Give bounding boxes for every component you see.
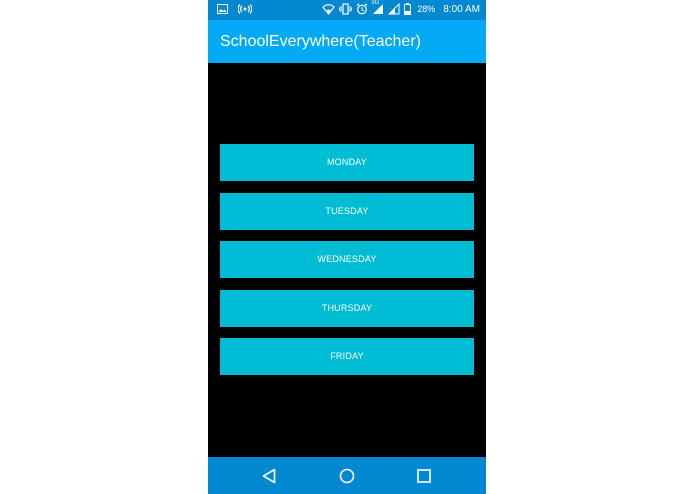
app-bar: SchoolEverywhere(Teacher): [208, 20, 486, 63]
wednesday-button[interactable]: WEDNESDAY: [220, 241, 474, 278]
phone-screen: 3G 28% 8:00 AM SchoolEverywhere(Teacher)…: [208, 0, 486, 494]
tuesday-button[interactable]: TUESDAY: [220, 193, 474, 230]
monday-button[interactable]: MONDAY: [220, 144, 474, 181]
back-icon[interactable]: [260, 467, 278, 485]
signal-icon: 3G: [371, 0, 384, 15]
day-list: MONDAY TUESDAY WEDNESDAY THURSDAY FRIDAY: [208, 63, 486, 457]
status-bar: 3G 28% 8:00 AM: [208, 0, 486, 20]
app-title: SchoolEverywhere(Teacher): [220, 33, 421, 50]
hotspot-icon: [238, 4, 252, 14]
wifi-icon: [322, 3, 336, 15]
network-type-label: 3G: [371, 0, 380, 6]
battery-icon: [404, 3, 412, 15]
status-right: 3G 28% 8:00 AM: [322, 0, 480, 15]
clock: 8:00 AM: [443, 3, 480, 15]
vibrate-icon: [339, 3, 353, 15]
navigation-bar: [208, 457, 486, 494]
alarm-icon: [356, 3, 368, 15]
home-icon[interactable]: [338, 467, 356, 485]
thursday-button[interactable]: THURSDAY: [220, 290, 474, 327]
status-left: [217, 4, 252, 14]
friday-button[interactable]: FRIDAY: [220, 338, 474, 375]
image-icon: [217, 4, 228, 14]
recents-icon[interactable]: [415, 467, 433, 485]
signal-icon-2: [388, 3, 400, 15]
battery-percent: 28%: [417, 4, 436, 14]
